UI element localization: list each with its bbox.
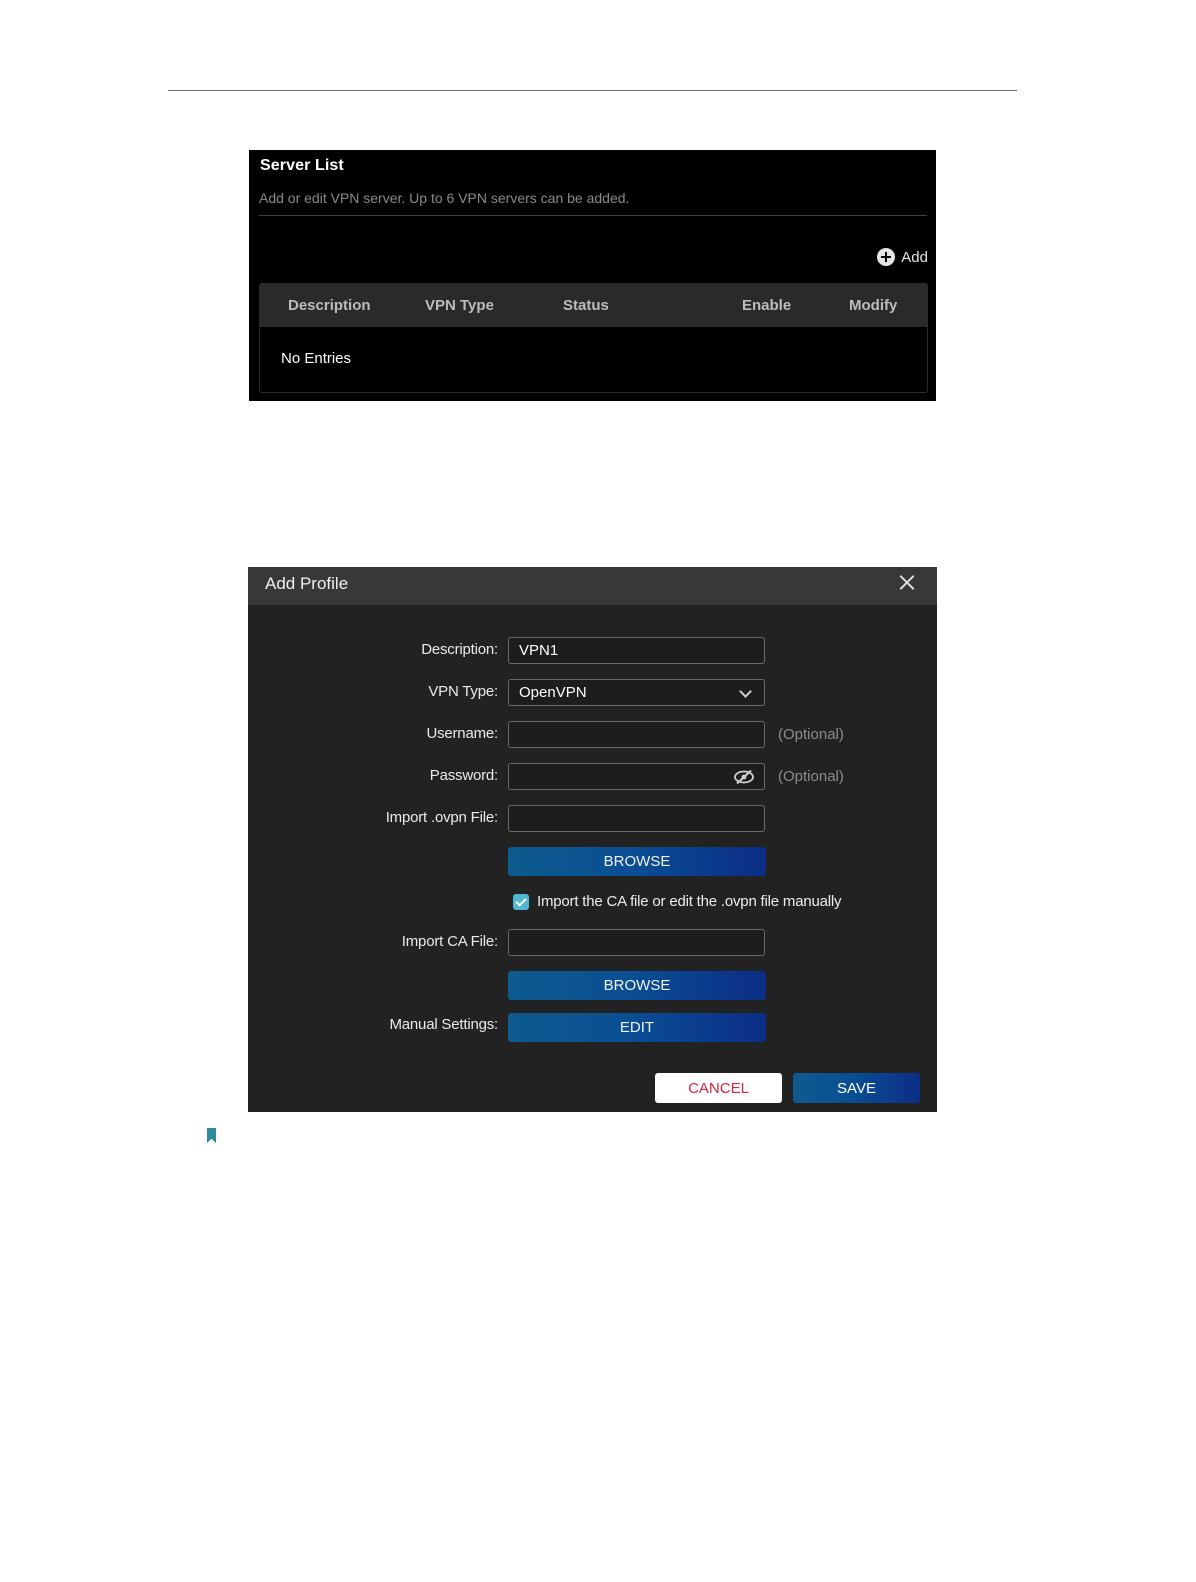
- edit-button[interactable]: EDIT: [508, 1013, 766, 1042]
- browse-ca-button[interactable]: BROWSE: [508, 971, 766, 1000]
- server-list-title: Server List: [260, 157, 344, 174]
- add-server-button[interactable]: Add: [877, 248, 928, 266]
- password-label: Password:: [429, 767, 498, 784]
- empty-table-message: No Entries: [281, 350, 352, 367]
- import-ca-label: Import CA File:: [401, 933, 498, 950]
- username-field[interactable]: [508, 721, 765, 748]
- server-table: Description VPN Type Status Enable Modif…: [259, 283, 928, 393]
- plus-circle-icon: [877, 248, 896, 266]
- manual-settings-label: Manual Settings:: [389, 1016, 498, 1033]
- eye-off-icon[interactable]: [733, 769, 755, 785]
- password-optional-hint: (Optional): [778, 768, 844, 785]
- username-optional-hint: (Optional): [778, 726, 844, 743]
- vpn-type-select[interactable]: OpenVPN: [508, 679, 765, 706]
- column-header-vpn-type: VPN Type: [425, 297, 494, 314]
- bookmark-icon: [207, 1128, 216, 1143]
- dialog-header: Add Profile: [248, 567, 937, 605]
- browse-ovpn-button[interactable]: BROWSE: [508, 847, 766, 876]
- chevron-down-icon: [739, 685, 752, 698]
- import-ca-checkbox-row[interactable]: Import the CA file or edit the .ovpn fil…: [513, 893, 842, 910]
- dialog-title: Add Profile: [265, 574, 349, 593]
- column-header-enable: Enable: [742, 297, 792, 314]
- server-list-description: Add or edit VPN server. Up to 6 VPN serv…: [259, 190, 630, 206]
- save-button[interactable]: SAVE: [793, 1073, 920, 1103]
- import-ovpn-field[interactable]: [508, 805, 765, 832]
- column-header-modify: Modify: [849, 297, 898, 314]
- description-label: Description:: [421, 641, 498, 658]
- divider: [259, 215, 927, 216]
- page-header-rule: [168, 90, 1017, 91]
- column-header-status: Status: [563, 297, 609, 314]
- table-header: Description VPN Type Status Enable Modif…: [260, 284, 927, 327]
- server-list-panel: Server List Add or edit VPN server. Up t…: [249, 150, 936, 401]
- import-ca-field[interactable]: [508, 929, 765, 956]
- username-label: Username:: [426, 725, 498, 742]
- vpn-type-value: OpenVPN: [519, 684, 587, 701]
- description-field[interactable]: VPN1: [508, 637, 765, 664]
- cancel-button[interactable]: CANCEL: [655, 1073, 782, 1103]
- description-value: VPN1: [519, 642, 559, 659]
- import-ovpn-label: Import .ovpn File:: [385, 809, 498, 826]
- password-field[interactable]: [508, 763, 765, 790]
- add-profile-dialog: Add Profile Description: VPN1 VPN Type: …: [248, 567, 937, 1112]
- add-server-label: Add: [901, 248, 928, 266]
- import-ca-checkbox[interactable]: [513, 893, 529, 910]
- close-icon[interactable]: [899, 574, 915, 590]
- vpn-type-label: VPN Type:: [428, 683, 498, 700]
- column-header-description: Description: [288, 297, 371, 314]
- import-ca-checkbox-label: Import the CA file or edit the .ovpn fil…: [537, 893, 842, 910]
